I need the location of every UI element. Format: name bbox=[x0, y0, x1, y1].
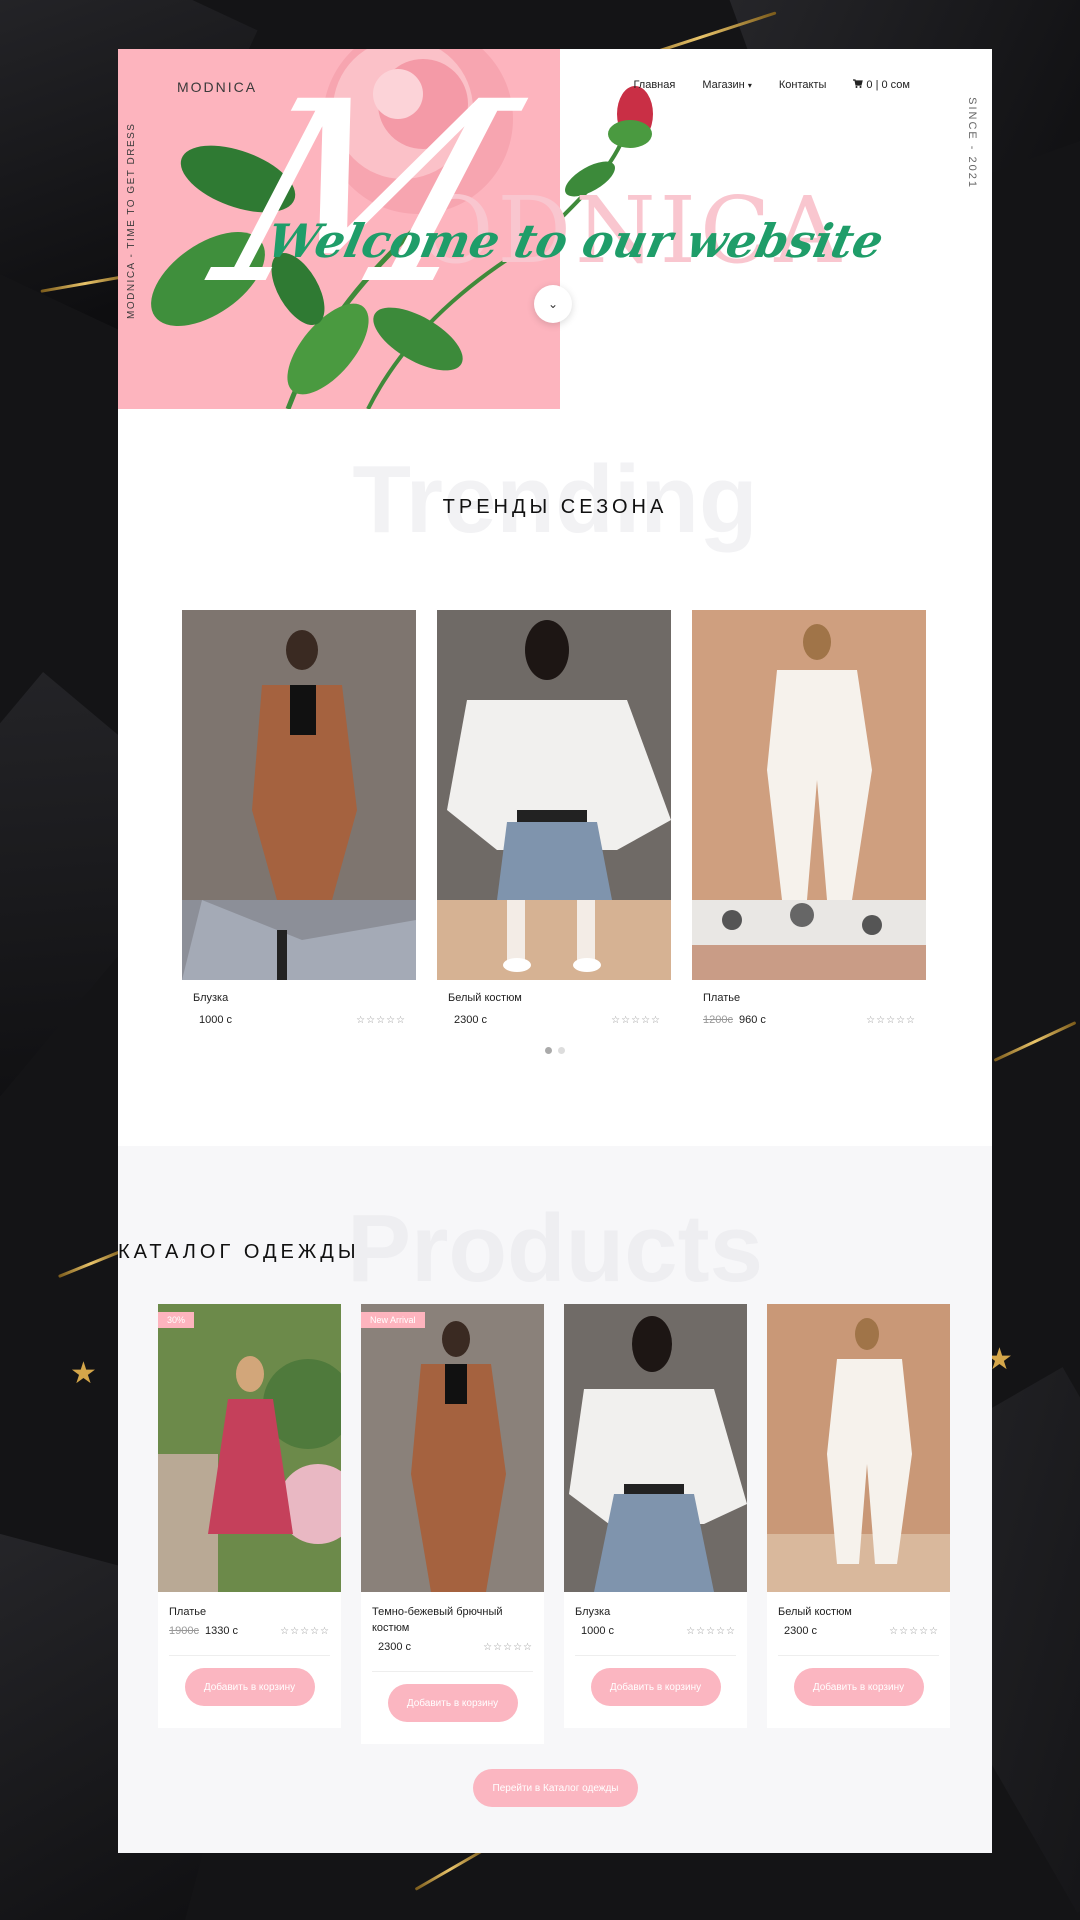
trending-section: Trending ТРЕНДЫ СЕЗОНА Блузка 1000 с ☆☆☆… bbox=[118, 452, 992, 1054]
card-divider bbox=[575, 1655, 736, 1656]
new-arrival-badge: New Arrival bbox=[361, 1312, 425, 1328]
discount-badge: 30% bbox=[158, 1312, 195, 1328]
rating-stars-icon: ☆☆☆☆☆ bbox=[611, 1014, 661, 1026]
product-price: 1330 с bbox=[204, 1625, 239, 1637]
page-frame: ODNICA M Welcome to our website MODNICA … bbox=[118, 49, 992, 1853]
product-price: 2300 с bbox=[784, 1625, 818, 1637]
cart-summary: 0 | 0 сом bbox=[866, 79, 910, 91]
trending-card[interactable]: Белый костюм 2300 с ☆☆☆☆☆ bbox=[437, 610, 671, 1026]
product-image[interactable] bbox=[437, 610, 671, 980]
add-to-cart-button[interactable]: Добавить в корзину bbox=[793, 1668, 924, 1706]
nav-item-contacts[interactable]: Контакты bbox=[779, 79, 827, 91]
product-name[interactable]: Блузка bbox=[575, 1604, 736, 1620]
add-to-cart-button[interactable]: Добавить в корзину bbox=[387, 1684, 518, 1722]
trending-heading: Trending ТРЕНДЫ СЕЗОНА bbox=[118, 452, 992, 562]
product-price: 1000 с bbox=[199, 1014, 233, 1026]
product-image[interactable]: 30% bbox=[158, 1304, 341, 1592]
rating-stars-icon: ☆☆☆☆☆ bbox=[280, 1625, 330, 1637]
old-price: 1900с bbox=[169, 1625, 199, 1637]
nav-item-home[interactable]: Главная bbox=[633, 79, 675, 91]
cart-link[interactable]: 0 | 0 сом bbox=[853, 79, 910, 91]
product-image[interactable] bbox=[182, 610, 416, 980]
nav-item-shop-label: Магазин bbox=[702, 79, 745, 91]
product-card: 30% Платье 1900с 1330 с ☆☆☆☆☆ Добавить в … bbox=[158, 1304, 341, 1728]
trending-card[interactable]: Блузка 1000 с ☆☆☆☆☆ bbox=[182, 610, 416, 1026]
product-price: 1000 с bbox=[581, 1625, 615, 1637]
add-to-cart-button[interactable]: Добавить в корзину bbox=[590, 1668, 721, 1706]
carousel-dot[interactable] bbox=[558, 1047, 565, 1054]
rating-stars-icon: ☆☆☆☆☆ bbox=[866, 1014, 916, 1026]
product-card: Блузка 1000 с ☆☆☆☆☆ Добавить в корзину bbox=[564, 1304, 747, 1728]
product-price: 2300 с bbox=[454, 1014, 488, 1026]
product-image[interactable] bbox=[767, 1304, 950, 1592]
brand-logo[interactable]: MODNICA bbox=[177, 79, 257, 95]
carousel-pagination bbox=[118, 1047, 992, 1054]
product-name[interactable]: Темно-бежевый брючный костюм bbox=[372, 1604, 533, 1636]
add-to-cart-button[interactable]: Добавить в корзину bbox=[184, 1668, 315, 1706]
product-grid: 30% Платье 1900с 1330 с ☆☆☆☆☆ Добавить в … bbox=[158, 1304, 950, 1744]
chevron-down-icon: ▾ bbox=[747, 81, 752, 90]
go-to-catalog-button[interactable]: Перейти в Каталог одежды bbox=[473, 1769, 638, 1807]
cart-icon bbox=[853, 79, 864, 88]
card-divider bbox=[169, 1655, 330, 1656]
main-nav: Главная Магазин ▾ Контакты 0 | 0 сом bbox=[633, 79, 910, 91]
product-image[interactable] bbox=[692, 610, 926, 980]
trending-carousel: Блузка 1000 с ☆☆☆☆☆ Белый костюм 2300 с … bbox=[182, 610, 926, 1026]
product-name[interactable]: Блузка bbox=[193, 992, 416, 1004]
card-divider bbox=[372, 1671, 533, 1672]
rating-stars-icon: ☆☆☆☆☆ bbox=[686, 1625, 736, 1637]
product-name[interactable]: Белый костюм bbox=[448, 992, 671, 1004]
star-decoration-icon: ★ bbox=[70, 1356, 97, 1391]
scroll-down-button[interactable]: ⌄ bbox=[534, 285, 572, 323]
old-price: 1200с bbox=[703, 1014, 733, 1026]
hero-section: ODNICA M Welcome to our website MODNICA … bbox=[118, 49, 992, 409]
product-card: Белый костюм 2300 с ☆☆☆☆☆ Добавить в кор… bbox=[767, 1304, 950, 1728]
products-title: КАТАЛОГ ОДЕЖДЫ bbox=[118, 1241, 360, 1263]
product-name[interactable]: Платье bbox=[703, 992, 926, 1004]
product-image[interactable]: New Arrival bbox=[361, 1304, 544, 1592]
product-price: 960 с bbox=[738, 1014, 766, 1026]
product-card: New Arrival Темно-бежевый брючный костюм… bbox=[361, 1304, 544, 1744]
rating-stars-icon: ☆☆☆☆☆ bbox=[483, 1641, 533, 1653]
nav-item-shop[interactable]: Магазин ▾ bbox=[702, 79, 752, 91]
rating-stars-icon: ☆☆☆☆☆ bbox=[889, 1625, 939, 1637]
chevron-down-icon: ⌄ bbox=[547, 297, 559, 311]
product-image[interactable] bbox=[564, 1304, 747, 1592]
since-label: SINCE - 2021 bbox=[966, 97, 978, 189]
card-divider bbox=[778, 1655, 939, 1656]
trending-title: ТРЕНДЫ СЕЗОНА bbox=[442, 496, 668, 518]
trending-card[interactable]: Платье 1200с 960 с ☆☆☆☆☆ bbox=[692, 610, 926, 1026]
welcome-heading: Welcome to our website bbox=[262, 214, 889, 268]
product-name[interactable]: Платье bbox=[169, 1604, 330, 1620]
side-tagline: MODNICA - TIME TO GET DRESS bbox=[126, 122, 137, 319]
products-section: Products КАТАЛОГ ОДЕЖДЫ 30% Платье 1900с… bbox=[118, 1146, 992, 1853]
product-price: 2300 с bbox=[378, 1641, 412, 1653]
carousel-dot[interactable] bbox=[545, 1047, 552, 1054]
product-name[interactable]: Белый костюм bbox=[778, 1604, 939, 1620]
rating-stars-icon: ☆☆☆☆☆ bbox=[356, 1014, 406, 1026]
